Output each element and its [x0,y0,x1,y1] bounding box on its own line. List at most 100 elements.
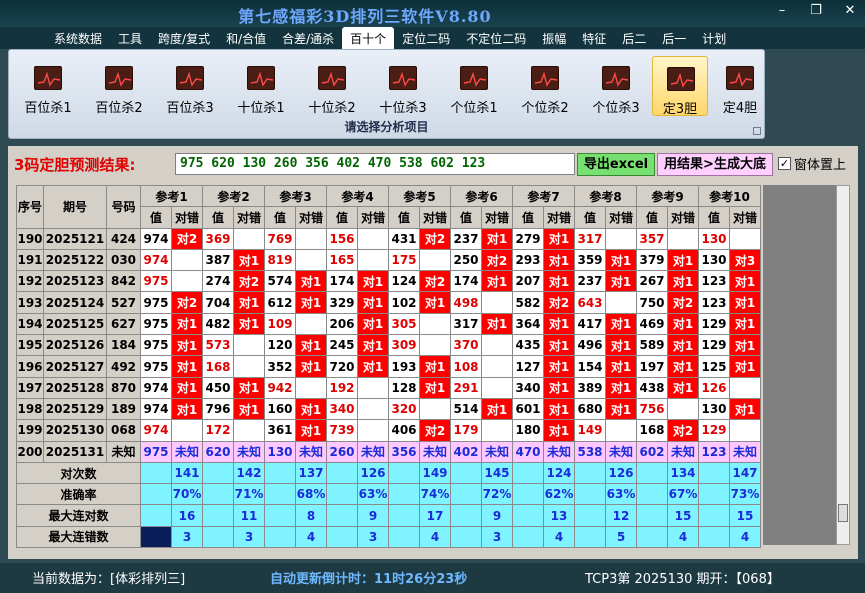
hit-cell: 对1 [543,248,575,272]
hit-cell: 对2 [233,270,265,293]
ref-header: 参考2 [202,184,265,208]
table-row: 196 2025127 492 975 对1 168 352 对1 720 对1 193 对1 108 1… [16,355,761,378]
value-cell: 149 [574,419,606,442]
ref-header: 参考10 [698,184,761,208]
menu-item[interactable]: 定位二码 [394,27,458,49]
menu-item[interactable]: 后二 [614,27,654,49]
prediction-cell: 未知 [729,440,761,463]
row-period: 2025130 [43,419,107,442]
sub-header: 对错 [233,206,265,229]
menu-item[interactable]: 百十个 [342,27,395,49]
hit-cell [605,291,637,314]
sub-header: 对错 [481,206,513,229]
hit-cell: 对1 [729,291,761,314]
ribbon-button[interactable]: 定4胆 [712,56,768,116]
maximize-icon[interactable]: ❐ [809,4,823,18]
vertical-scrollbar[interactable] [836,185,850,545]
value-cell: 975 [140,291,172,314]
close-icon[interactable]: ✕ [843,4,857,18]
value-cell: 370 [450,334,482,357]
value-cell: 498 [450,291,482,314]
menu-item[interactable]: 跨度/复式 [150,27,218,49]
row-seq: 200 [16,440,44,463]
stats-blank [388,525,420,549]
hit-cell: 对1 [171,334,203,357]
prediction-cell: 602 [636,440,668,463]
hit-cell: 对1 [295,334,327,357]
hit-cell: 对1 [543,355,575,378]
scrollbar-thumb[interactable] [838,504,848,522]
ribbon-button[interactable]: 百位杀1 [20,56,76,116]
hit-cell [171,419,203,442]
ribbon-button[interactable]: 十位杀2 [304,56,360,116]
stats-blank [388,483,420,506]
menu-item[interactable]: 后一 [654,27,694,49]
hit-cell: 对1 [357,270,389,293]
export-excel-button[interactable]: 导出excel [577,153,655,176]
pin-window-checkbox[interactable]: ✓ 窗体置上 [778,154,846,173]
hit-cell: 对3 [729,248,761,272]
hit-cell: 对1 [543,419,575,442]
sub-header: 值 [574,206,606,229]
menu-item[interactable]: 工具 [110,27,150,49]
ribbon-button[interactable]: 十位杀3 [375,56,431,116]
value-cell: 320 [388,397,420,421]
value-cell: 317 [574,227,606,250]
minimize-icon[interactable]: – [775,4,789,18]
hit-cell [729,419,761,442]
value-cell: 438 [636,376,668,399]
ribbon-button[interactable]: 个位杀2 [517,56,573,116]
checkbox-icon[interactable]: ✓ [778,157,791,170]
stats-blank [636,504,668,527]
menu-item[interactable]: 和/合值 [218,27,274,49]
value-cell: 168 [636,419,668,442]
value-cell: 435 [512,334,544,357]
ribbon-button[interactable]: 个位杀1 [446,56,502,116]
generate-base-button[interactable]: 用结果>生成大底 [657,153,773,176]
stats-blank [264,483,296,506]
ribbon-button-label: 个位杀3 [592,101,640,116]
ribbon-button[interactable]: 定3胆 [652,56,708,117]
hit-cell [605,419,637,442]
value-cell: 192 [326,376,358,399]
ribbon-expand-icon[interactable] [753,127,761,135]
value-cell: 317 [450,312,482,336]
hit-cell [171,248,203,272]
stats-blank [450,504,482,527]
stats-blank [698,504,730,527]
hit-cell: 对1 [605,270,637,293]
chart-icon [105,66,133,90]
main-panel: 3码定胆预测结果: 975 620 130 260 356 402 470 53… [8,146,858,559]
value-cell: 450 [202,376,234,399]
table-row: 197 2025128 870 974 对1 450 对1 942 192 128 对1 291 340… [16,376,761,399]
hit-cell: 对1 [295,397,327,421]
hit-cell: 对1 [481,312,513,336]
hit-cell: 对1 [233,397,265,421]
ribbon-button[interactable]: 十位杀1 [233,56,289,116]
menu-item[interactable]: 振幅 [534,27,574,49]
stats-value: 63% [605,483,637,506]
menu-item[interactable]: 不定位二码 [458,27,534,49]
menu-item[interactable]: 系统数据 [46,27,110,49]
ribbon-button[interactable]: 百位杀3 [162,56,218,116]
table-row: 194 2025125 627 975 对1 482 对1 109 206 对1 305 317 对1 3… [16,312,761,336]
menu-item[interactable]: 计划 [694,27,734,49]
result-field[interactable]: 975 620 130 260 356 402 470 538 602 123 [175,153,575,175]
hit-cell [419,334,451,357]
hit-cell: 对1 [171,376,203,399]
ribbon-button[interactable]: 个位杀3 [588,56,644,116]
chart-icon [667,67,695,91]
value-cell: 130 [698,397,730,421]
menu-item[interactable]: 合差/通杀 [274,27,342,49]
ribbon-button[interactable]: 百位杀2 [91,56,147,116]
hit-cell [481,291,513,314]
column-header: 号码 [106,185,141,229]
menu-item[interactable]: 特征 [574,27,614,49]
hit-cell [667,227,699,250]
value-cell: 340 [512,376,544,399]
hit-cell: 对1 [233,312,265,336]
column-header: 序号 [16,185,44,229]
hit-cell: 对1 [295,419,327,442]
hit-cell: 对1 [419,291,451,314]
stats-value: 72% [481,483,513,506]
